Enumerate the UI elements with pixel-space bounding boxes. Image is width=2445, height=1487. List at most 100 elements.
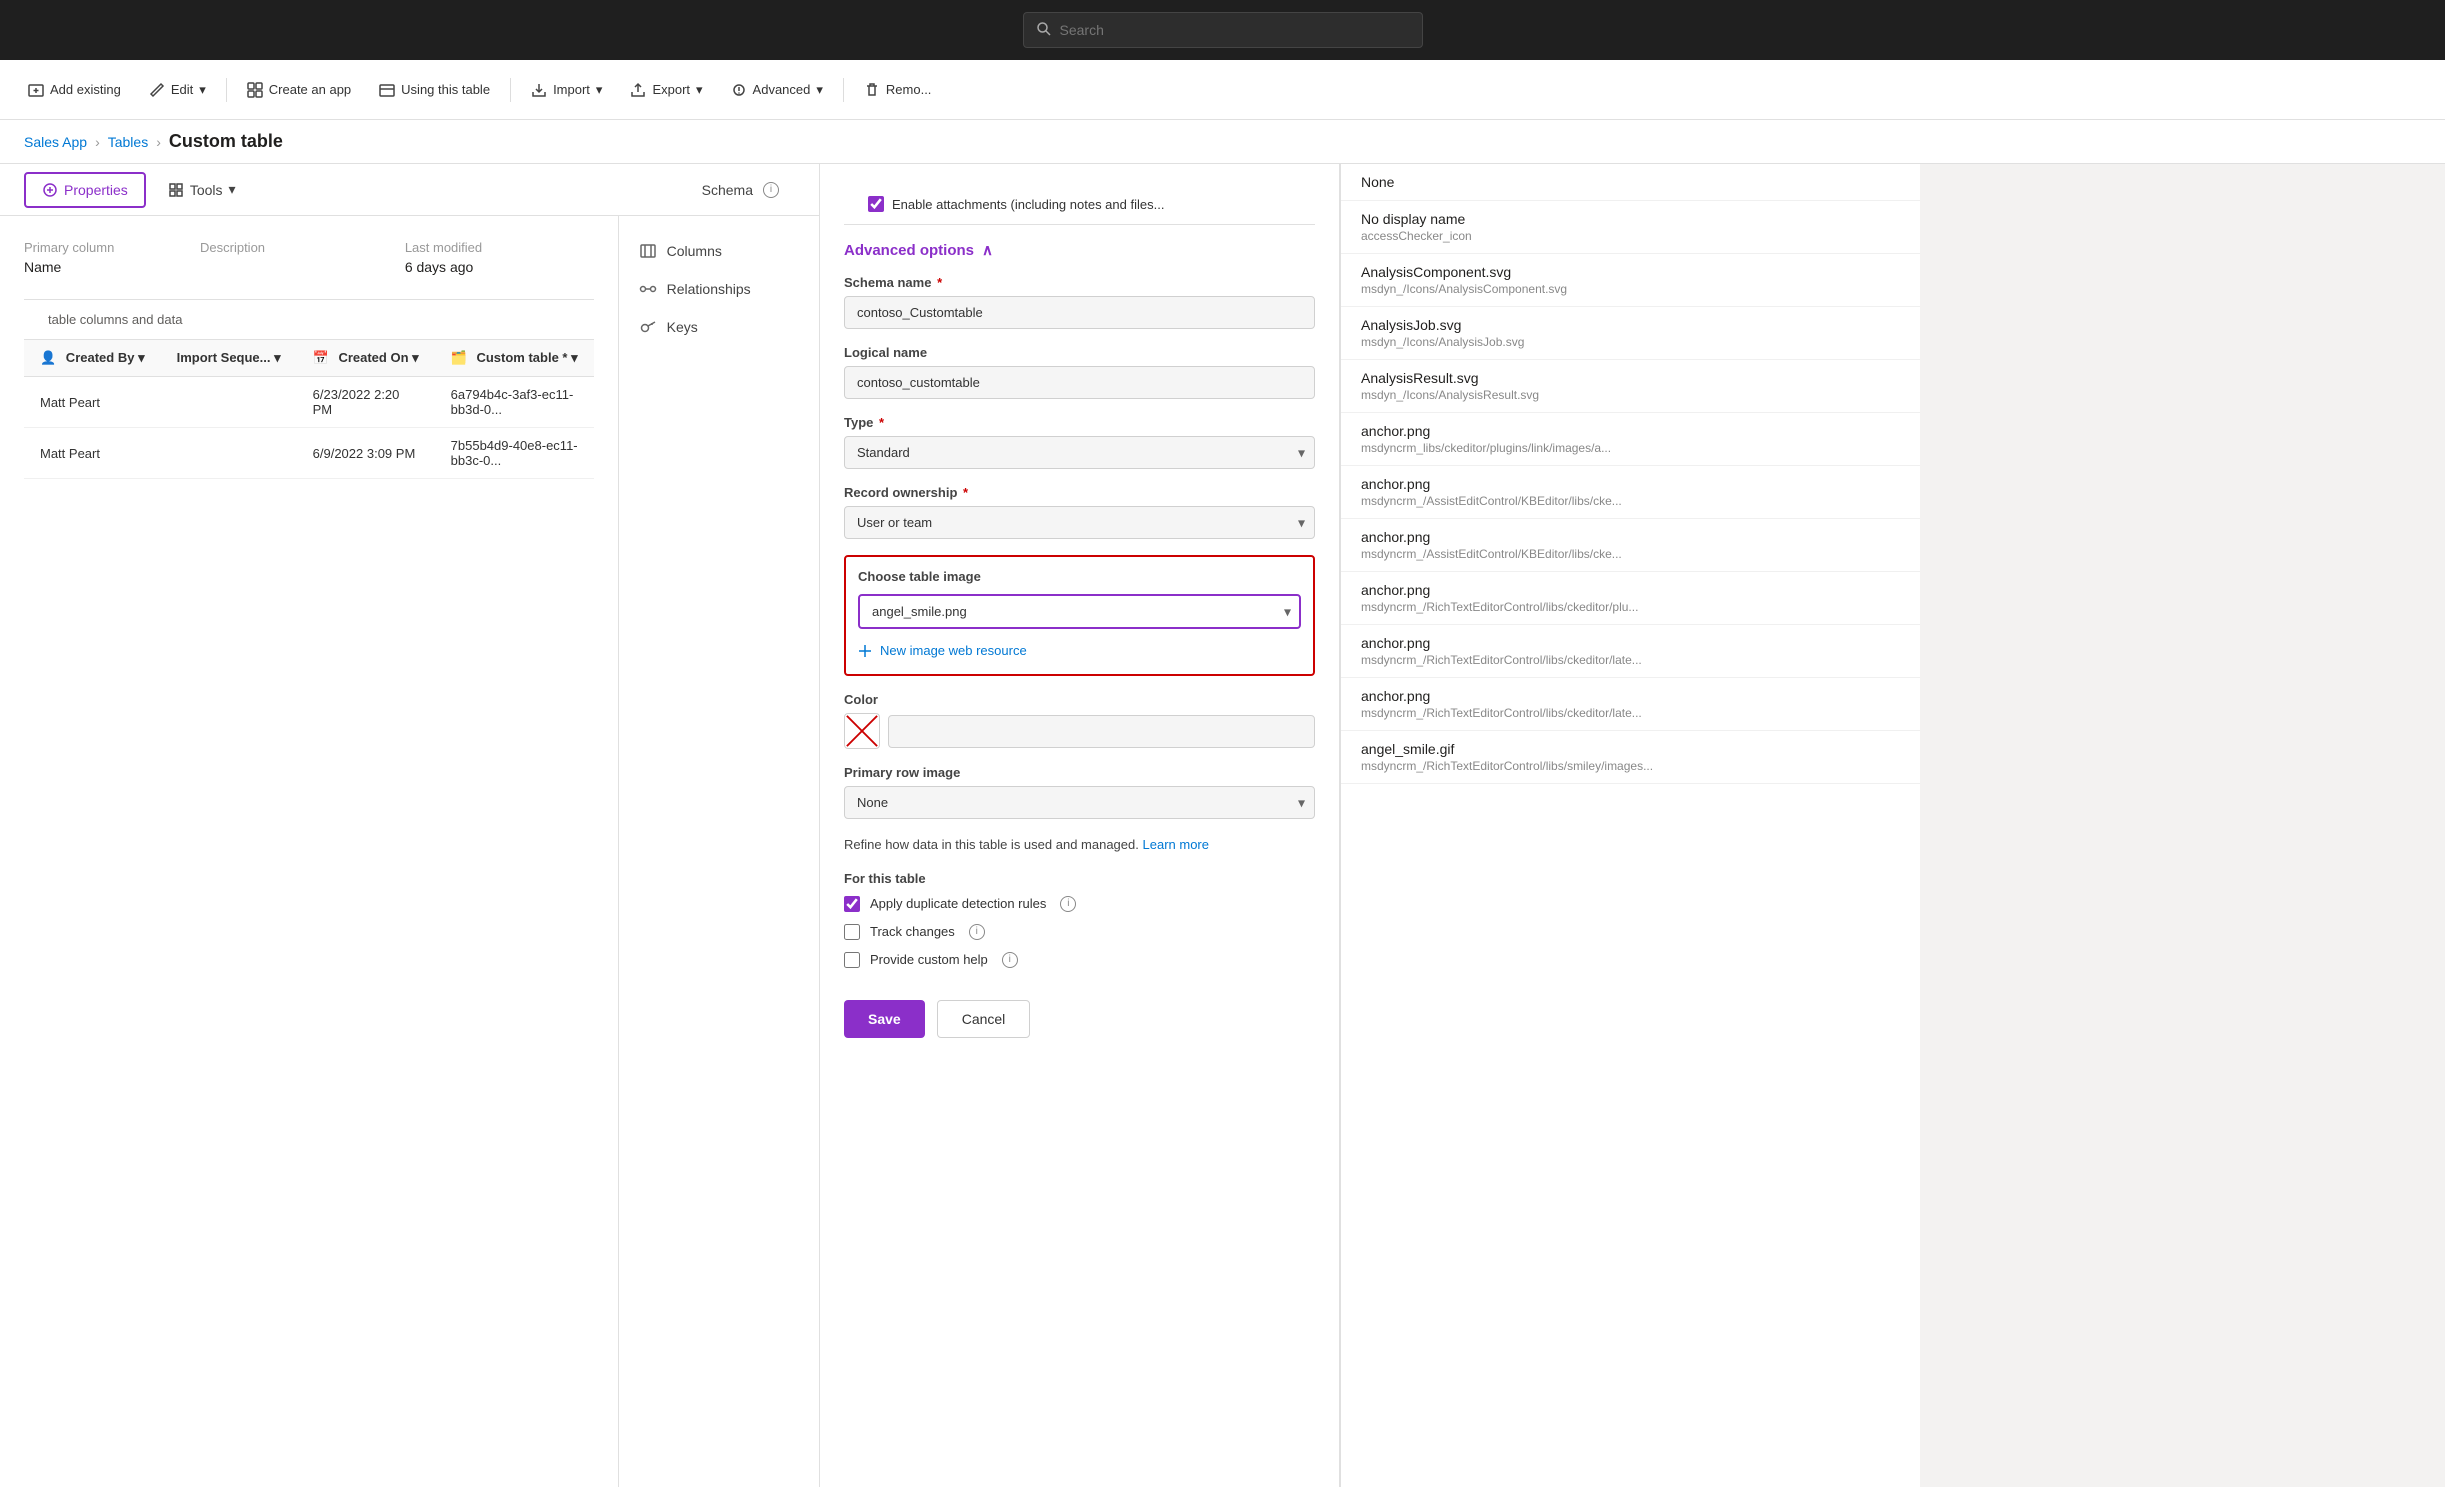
cell-created-by: Matt Peart <box>24 377 161 428</box>
description-label: Description <box>200 240 389 255</box>
type-select[interactable]: Standard Activity Virtual <box>844 436 1315 469</box>
dropdown-item-path: msdyn_/Icons/AnalysisComponent.svg <box>1361 282 1900 296</box>
schema-name-group: Schema name * <box>844 275 1315 329</box>
color-swatch[interactable] <box>844 713 880 749</box>
dropdown-item[interactable]: AnalysisComponent.svg msdyn_/Icons/Analy… <box>1341 254 1920 307</box>
primary-row-image-select[interactable]: None <box>844 786 1315 819</box>
breadcrumb-sep-1: › <box>95 134 100 150</box>
dropdown-item[interactable]: anchor.png msdyncrm_/RichTextEditorContr… <box>1341 625 1920 678</box>
cell-created-on: 6/9/2022 3:09 PM <box>297 428 435 479</box>
dropdown-item-name: anchor.png <box>1361 529 1900 545</box>
dropdown-item[interactable]: No display name accessChecker_icon <box>1341 201 1920 254</box>
table-info: Primary column Name Description Last mod… <box>0 216 618 1487</box>
action-buttons: Save Cancel <box>844 984 1315 1046</box>
cell-custom-table: 7b55b4d9-40e8-ec11-bb3c-0... <box>435 428 594 479</box>
tab-properties[interactable]: Properties <box>24 172 146 208</box>
image-select-wrapper: angel_smile.png ▾ <box>858 594 1301 629</box>
col-import-seq[interactable]: Import Seque... ▾ <box>161 340 297 377</box>
primary-row-image-group: Primary row image None ▾ <box>844 765 1315 819</box>
primary-row-image-wrapper: None ▾ <box>844 786 1315 819</box>
breadcrumb-app[interactable]: Sales App <box>24 134 87 150</box>
edit-button[interactable]: Edit ▾ <box>137 76 218 104</box>
choose-image-label: Choose table image <box>858 569 1301 584</box>
type-group: Type * Standard Activity Virtual ▾ <box>844 415 1315 469</box>
toolbar: Add existing Edit ▾ Create an app Using … <box>0 60 2445 120</box>
table-row: Matt Peart 6/9/2022 3:09 PM 7b55b4d9-40e… <box>24 428 594 479</box>
description-section: Description <box>200 240 389 275</box>
breadcrumb-tables[interactable]: Tables <box>108 134 148 150</box>
color-input[interactable] <box>888 715 1315 748</box>
enable-attachments-checkbox[interactable] <box>868 196 884 212</box>
tab-tools[interactable]: Tools ▾ <box>150 171 254 208</box>
breadcrumb-current: Custom table <box>169 131 283 152</box>
for-table-section: For this table Apply duplicate detection… <box>844 871 1315 968</box>
logical-name-input[interactable] <box>844 366 1315 399</box>
advanced-options-toggle[interactable]: Advanced options ∧ <box>844 241 1315 259</box>
advanced-button[interactable]: Advanced ▾ <box>719 76 835 104</box>
color-section: Color <box>844 692 1315 749</box>
search-input[interactable] <box>1060 22 1410 38</box>
col-sort-icon-4: ▾ <box>571 350 578 365</box>
dropdown-item-name: anchor.png <box>1361 476 1900 492</box>
apply-duplicate-item: Apply duplicate detection rules i <box>844 896 1315 912</box>
dropdown-item-name: AnalysisComponent.svg <box>1361 264 1900 280</box>
table-header-row: 👤 Created By ▾ Import Seque... ▾ 📅 Creat… <box>24 340 594 377</box>
dropdown-item[interactable]: AnalysisJob.svg msdyn_/Icons/AnalysisJob… <box>1341 307 1920 360</box>
col-sort-icon: ▾ <box>138 350 145 365</box>
new-resource-button[interactable]: New image web resource <box>858 639 1301 662</box>
save-button[interactable]: Save <box>844 1000 925 1038</box>
dropdown-item-path: msdyncrm_/RichTextEditorControl/libs/cke… <box>1361 600 1900 614</box>
export-button[interactable]: Export ▾ <box>618 76 714 104</box>
record-ownership-label: Record ownership * <box>844 485 1315 500</box>
create-app-button[interactable]: Create an app <box>235 76 363 104</box>
dropdown-item[interactable]: anchor.png msdyncrm_/RichTextEditorContr… <box>1341 572 1920 625</box>
separator-1 <box>226 78 227 102</box>
schema-nav-relationships[interactable]: Relationships <box>619 270 819 308</box>
table-row: Matt Peart 6/23/2022 2:20 PM 6a794b4c-3a… <box>24 377 594 428</box>
type-required: * <box>879 415 884 430</box>
breadcrumb: Sales App › Tables › Custom table <box>0 120 2445 164</box>
cancel-button[interactable]: Cancel <box>937 1000 1031 1038</box>
image-select[interactable]: angel_smile.png <box>858 594 1301 629</box>
col-created-on[interactable]: 📅 Created On ▾ <box>297 340 435 377</box>
dropdown-item-path: msdyncrm_/AssistEditControl/KBEditor/lib… <box>1361 494 1900 508</box>
dropdown-item[interactable]: anchor.png msdyncrm_/AssistEditControl/K… <box>1341 519 1920 572</box>
import-button[interactable]: Import ▾ <box>519 76 614 104</box>
search-box[interactable] <box>1023 12 1423 48</box>
track-changes-checkbox[interactable] <box>844 924 860 940</box>
separator-2 <box>510 78 511 102</box>
dropdown-item[interactable]: anchor.png msdyncrm_/AssistEditControl/K… <box>1341 466 1920 519</box>
tools-chevron-icon: ▾ <box>229 181 236 198</box>
record-ownership-group: Record ownership * User or team Organiza… <box>844 485 1315 539</box>
dropdown-item-path: msdyncrm_/AssistEditControl/KBEditor/lib… <box>1361 547 1900 561</box>
data-table-header: table columns and data <box>24 300 594 340</box>
schema-nav-columns[interactable]: Columns <box>619 232 819 270</box>
dropdown-item[interactable]: anchor.png msdyncrm_libs/ckeditor/plugin… <box>1341 413 1920 466</box>
choose-image-section: Choose table image angel_smile.png ▾ New… <box>844 555 1315 676</box>
dropdown-item[interactable]: anchor.png msdyncrm_/RichTextEditorContr… <box>1341 678 1920 731</box>
col-custom-table[interactable]: 🗂️ Custom table * ▾ <box>435 340 594 377</box>
add-existing-button[interactable]: Add existing <box>16 76 133 104</box>
provide-custom-help-item: Provide custom help i <box>844 952 1315 968</box>
provide-custom-help-checkbox[interactable] <box>844 952 860 968</box>
col-created-by[interactable]: 👤 Created By ▾ <box>24 340 161 377</box>
color-label: Color <box>844 692 1315 707</box>
cell-import-seq <box>161 377 297 428</box>
using-this-table-button[interactable]: Using this table <box>367 76 502 104</box>
learn-more-link[interactable]: Learn more <box>1143 837 1209 852</box>
schema-name-input[interactable] <box>844 296 1315 329</box>
apply-duplicate-checkbox[interactable] <box>844 896 860 912</box>
dropdown-item[interactable]: AnalysisResult.svg msdyn_/Icons/Analysis… <box>1341 360 1920 413</box>
dropdown-item[interactable]: None <box>1341 164 1920 201</box>
table-icon: 🗂️ <box>451 350 467 365</box>
schema-nav-keys[interactable]: Keys <box>619 308 819 346</box>
record-ownership-select[interactable]: User or team Organization <box>844 506 1315 539</box>
dropdown-item[interactable]: angel_smile.gif msdyncrm_/RichTextEditor… <box>1341 731 1920 784</box>
dropdown-item-name: None <box>1361 174 1900 190</box>
remove-button[interactable]: Remo... <box>852 76 944 104</box>
dropdown-item-name: anchor.png <box>1361 635 1900 651</box>
calendar-icon: 📅 <box>313 350 329 365</box>
track-changes-item: Track changes i <box>844 924 1315 940</box>
refine-text: Refine how data in this table is used an… <box>844 835 1315 855</box>
primary-col-section: Primary column Name <box>24 240 184 275</box>
